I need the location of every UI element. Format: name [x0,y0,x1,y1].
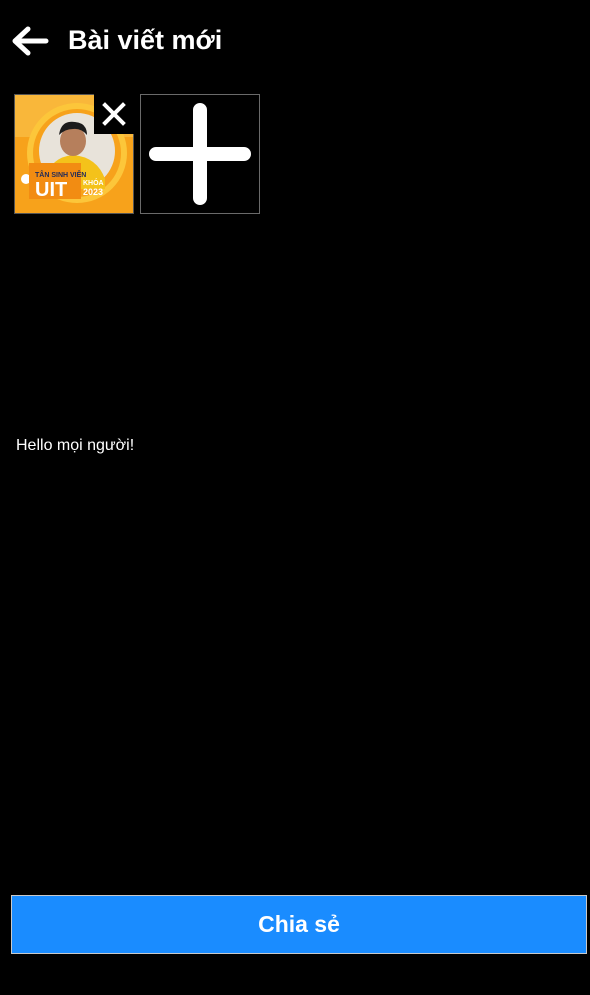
badge-line-2: UIT [35,179,67,201]
badge-line-4: 2023 [83,187,103,197]
badge-line-3: KHÓA [83,178,104,187]
add-image-button[interactable] [140,94,260,214]
share-button[interactable]: Chia sẻ [11,895,587,954]
plus-icon [149,103,251,205]
page-title: Bài viết mới [68,25,223,55]
close-icon [102,102,126,126]
arrow-left-icon [12,26,49,56]
remove-image-button[interactable] [94,94,134,134]
back-button[interactable] [10,24,52,58]
badge-line-1: TÂN SINH VIÊN [35,170,86,179]
top-bar: Bài viết mới [0,0,590,80]
post-caption-text[interactable]: Hello mọi người! [16,434,134,458]
